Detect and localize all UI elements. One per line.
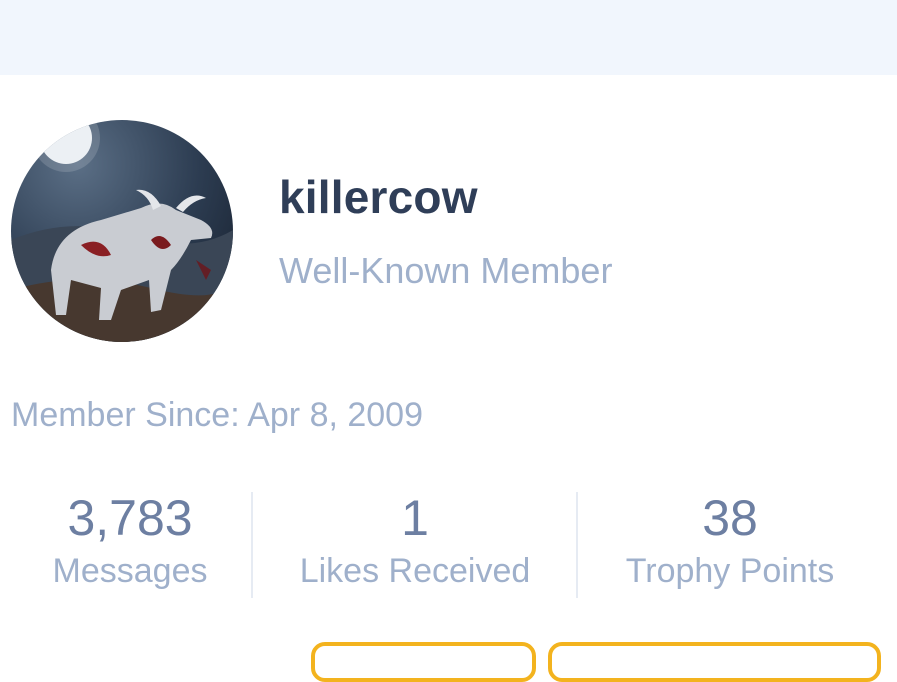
start-conversation-button[interactable] (548, 642, 881, 682)
stat-trophy-points[interactable]: 38 Trophy Points (600, 490, 860, 591)
stat-value: 38 (702, 490, 758, 546)
follow-button[interactable] (311, 642, 536, 682)
avatar-image (11, 120, 233, 342)
stat-likes-received[interactable]: 1 Likes Received (275, 490, 555, 591)
avatar[interactable] (11, 120, 233, 342)
stat-value: 1 (401, 490, 429, 546)
stat-label: Likes Received (299, 552, 531, 590)
member-since: Member Since: Apr 8, 2009 (11, 396, 424, 434)
header-band (0, 0, 897, 75)
stat-value: 3,783 (67, 490, 193, 546)
stat-messages[interactable]: 3,783 Messages (30, 490, 230, 591)
username[interactable]: killercow (279, 170, 478, 224)
stat-divider (251, 492, 253, 598)
stat-divider (576, 492, 578, 598)
stat-label: Messages (52, 552, 208, 590)
user-title: Well-Known Member (279, 250, 613, 291)
stat-label: Trophy Points (625, 552, 835, 590)
